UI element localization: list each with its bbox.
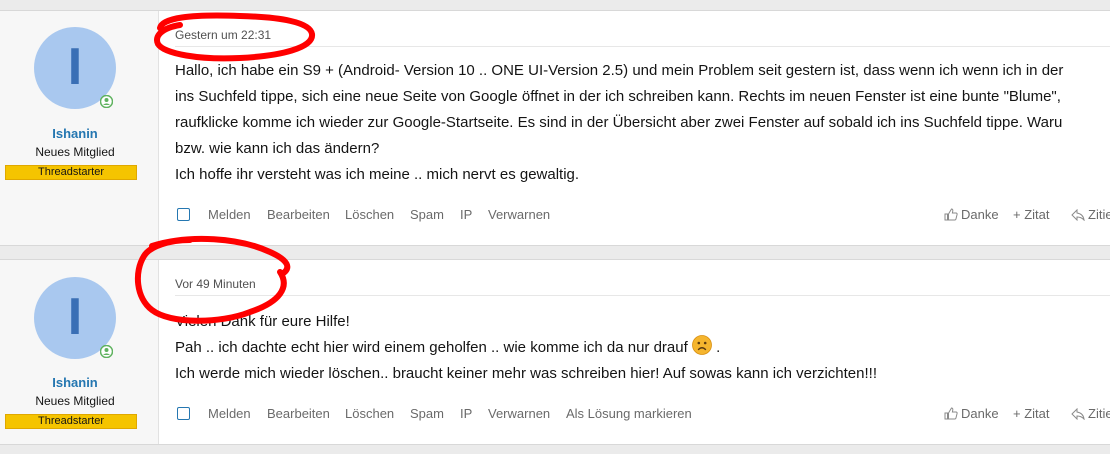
quote-button[interactable]: + Zitat (1013, 406, 1050, 421)
message-line: Ich werde mich wieder löschen.. braucht … (175, 365, 877, 382)
like-label: Danke (961, 406, 999, 421)
spam-link[interactable]: Spam (410, 207, 444, 222)
reply-label: Zitie (1088, 406, 1110, 421)
post-message: Hallo, ich habe ein S9 + (Android- Versi… (175, 58, 1110, 188)
message-line: Ich hoffe ihr versteht was ich meine .. … (175, 166, 580, 183)
reply-icon (1071, 407, 1085, 420)
reply-quote-button[interactable]: Zitie (1071, 406, 1110, 421)
quote-button[interactable]: + Zitat (1013, 207, 1050, 222)
message-line: ins Suchfeld tippe, sich eine neue Seite… (175, 88, 1061, 105)
reply-quote-button[interactable]: Zitie (1071, 207, 1110, 222)
select-post-checkbox[interactable] (177, 407, 190, 420)
post-content: Gestern um 22:31 Hallo, ich habe ein S9 … (160, 11, 1110, 245)
like-button[interactable]: Danke (944, 207, 999, 222)
post-date-link[interactable]: Gestern um 22:31 (175, 28, 271, 42)
ip-link[interactable]: IP (460, 406, 472, 421)
sad-face-emoji-icon (692, 335, 712, 355)
like-button[interactable]: Danke (944, 406, 999, 421)
username-link[interactable]: Ishanin (0, 375, 150, 390)
message-line: bzw. wie kann ich das ändern? (175, 140, 380, 157)
message-text: Pah .. ich dachte echt hier wird einem g… (175, 339, 688, 356)
threadstarter-badge: Threadstarter (5, 165, 137, 180)
online-status-icon (100, 345, 113, 358)
post-content: Vor 49 Minuten Vielen Dank für eure Hilf… (160, 260, 1110, 444)
reply-icon (1071, 208, 1085, 221)
avatar-letter: I (67, 38, 83, 96)
edit-link[interactable]: Bearbeiten (267, 207, 330, 222)
delete-link[interactable]: Löschen (345, 406, 394, 421)
reply-label: Zitie (1088, 207, 1110, 222)
user-sidebar: I Ishanin Neues Mitglied Threadstarter (0, 11, 159, 245)
avatar-letter: I (67, 288, 83, 346)
like-label: Danke (961, 207, 999, 222)
post-actions-bar: Melden Bearbeiten Löschen Spam IP Verwar… (175, 205, 1110, 225)
post-date-link[interactable]: Vor 49 Minuten (175, 277, 256, 291)
warn-link[interactable]: Verwarnen (488, 406, 550, 421)
message-line: Hallo, ich habe ein S9 + (Android- Versi… (175, 62, 1064, 79)
post-actions-bar: Melden Bearbeiten Löschen Spam IP Verwar… (175, 404, 1110, 424)
mark-solution-link[interactable]: Als Lösung markieren (566, 406, 692, 421)
post-2: I Ishanin Neues Mitglied Threadstarter V… (0, 259, 1110, 445)
select-post-checkbox[interactable] (177, 208, 190, 221)
thumbs-up-icon (944, 208, 958, 221)
avatar[interactable]: I (34, 27, 116, 109)
threadstarter-badge: Threadstarter (5, 414, 137, 429)
user-title: Neues Mitglied (35, 145, 115, 159)
user-sidebar: I Ishanin Neues Mitglied Threadstarter (0, 260, 159, 444)
post-header: Vor 49 Minuten (175, 260, 1110, 296)
post-1: I Ishanin Neues Mitglied Threadstarter G… (0, 10, 1110, 246)
post-header: Gestern um 22:31 (175, 11, 1110, 47)
avatar[interactable]: I (34, 277, 116, 359)
ip-link[interactable]: IP (460, 207, 472, 222)
online-status-icon (100, 95, 113, 108)
spam-link[interactable]: Spam (410, 406, 444, 421)
username-link[interactable]: Ishanin (0, 126, 150, 141)
message-text: . (711, 339, 721, 356)
report-link[interactable]: Melden (208, 207, 251, 222)
warn-link[interactable]: Verwarnen (488, 207, 550, 222)
message-line: raufklicke komme ich wieder zur Google-S… (175, 114, 1063, 131)
report-link[interactable]: Melden (208, 406, 251, 421)
thumbs-up-icon (944, 407, 958, 420)
edit-link[interactable]: Bearbeiten (267, 406, 330, 421)
post-message: Vielen Dank für eure Hilfe! Pah .. ich d… (175, 309, 1110, 387)
delete-link[interactable]: Löschen (345, 207, 394, 222)
message-line: Pah .. ich dachte echt hier wird einem g… (175, 335, 1110, 361)
user-title: Neues Mitglied (35, 394, 115, 408)
message-line: Vielen Dank für eure Hilfe! (175, 313, 350, 330)
